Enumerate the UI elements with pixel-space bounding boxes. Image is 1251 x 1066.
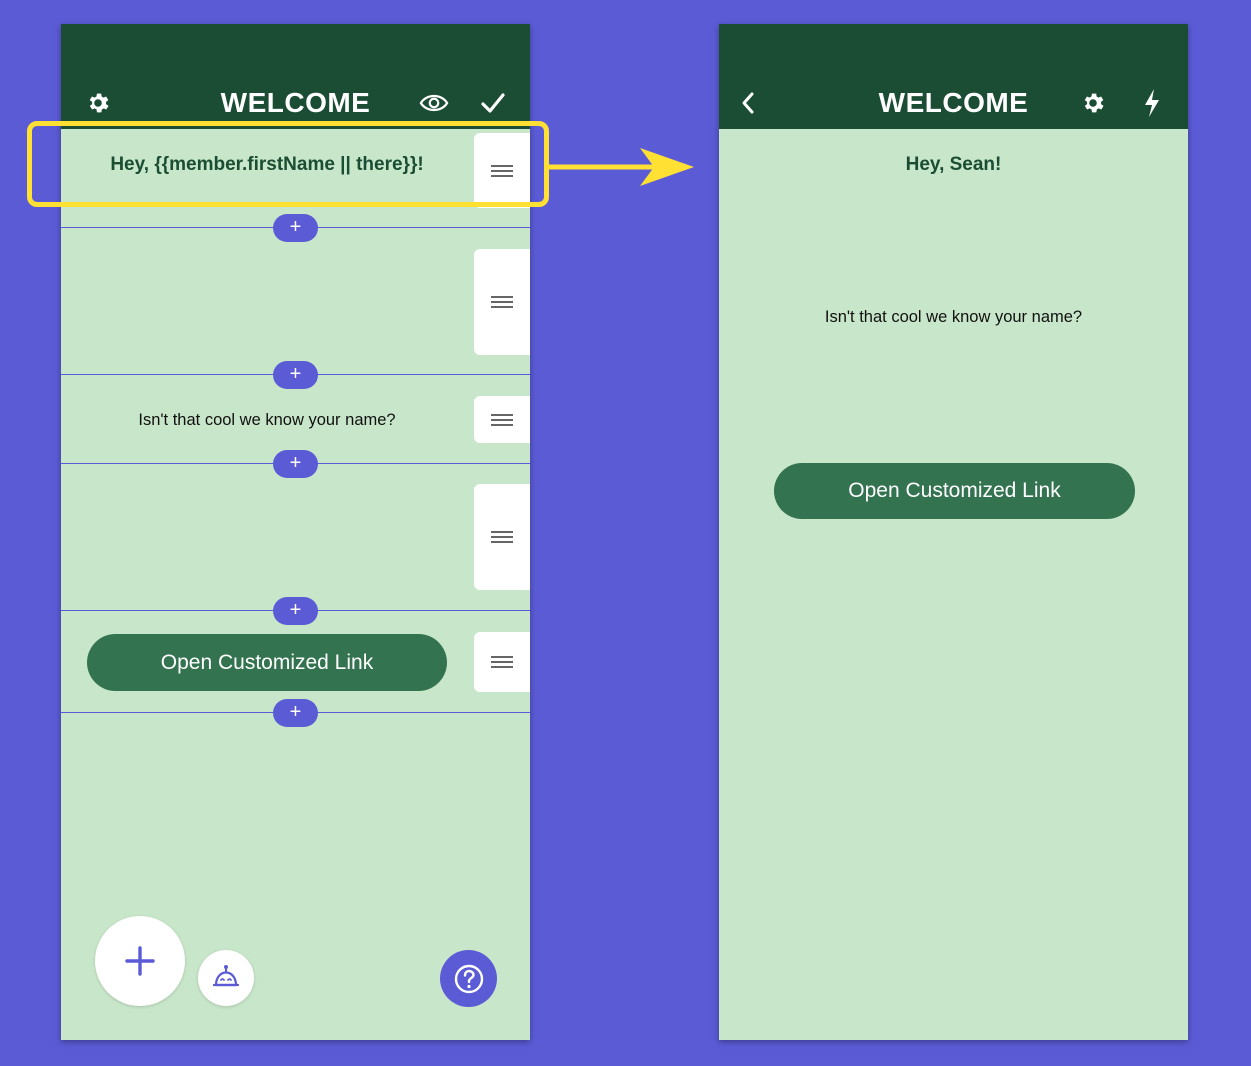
message-text: Isn't that cool we know your name? — [824, 308, 1083, 326]
drag-handle-icon — [491, 296, 513, 308]
drag-handle-icon — [491, 413, 513, 426]
page-title: WELCOME — [878, 87, 1029, 118]
editor-header: WELCOME — [61, 24, 530, 129]
help-button[interactable] — [440, 950, 497, 1007]
arrow-icon — [548, 148, 694, 186]
drag-handle[interactable] — [474, 484, 530, 590]
preview-header: WELCOME — [719, 24, 1188, 129]
open-link-button[interactable]: Open Customized Link — [87, 634, 447, 691]
drag-handle[interactable] — [474, 632, 530, 692]
drag-handle[interactable] — [474, 396, 530, 443]
gear-icon[interactable] — [1078, 88, 1108, 118]
eye-icon[interactable] — [419, 88, 449, 118]
preview-screen: WELCOME Hey, Sean! Isn't that cool we kn… — [719, 24, 1188, 1040]
page-title: WELCOME — [220, 87, 371, 118]
check-icon[interactable] — [478, 88, 508, 118]
add-block-button[interactable]: + — [273, 597, 318, 625]
open-link-button[interactable]: Open Customized Link — [774, 463, 1135, 519]
question-icon — [454, 964, 483, 993]
add-block-button[interactable]: + — [273, 699, 318, 727]
drag-handle-icon — [491, 531, 513, 543]
robot-button[interactable] — [198, 950, 254, 1006]
highlight-box — [27, 121, 549, 207]
plus-icon — [125, 946, 155, 976]
add-block-button[interactable]: + — [273, 361, 318, 389]
add-block-button[interactable]: + — [273, 214, 318, 242]
add-fab-button[interactable] — [95, 916, 185, 1006]
greeting-text: Hey, Sean! — [905, 154, 1002, 175]
drag-handle-icon — [491, 656, 513, 668]
drag-handle[interactable] — [474, 249, 530, 355]
add-block-button[interactable]: + — [273, 450, 318, 478]
lightning-icon[interactable] — [1137, 88, 1167, 118]
robot-icon — [212, 965, 240, 987]
message-text[interactable]: Isn't that cool we know your name? — [61, 411, 473, 430]
